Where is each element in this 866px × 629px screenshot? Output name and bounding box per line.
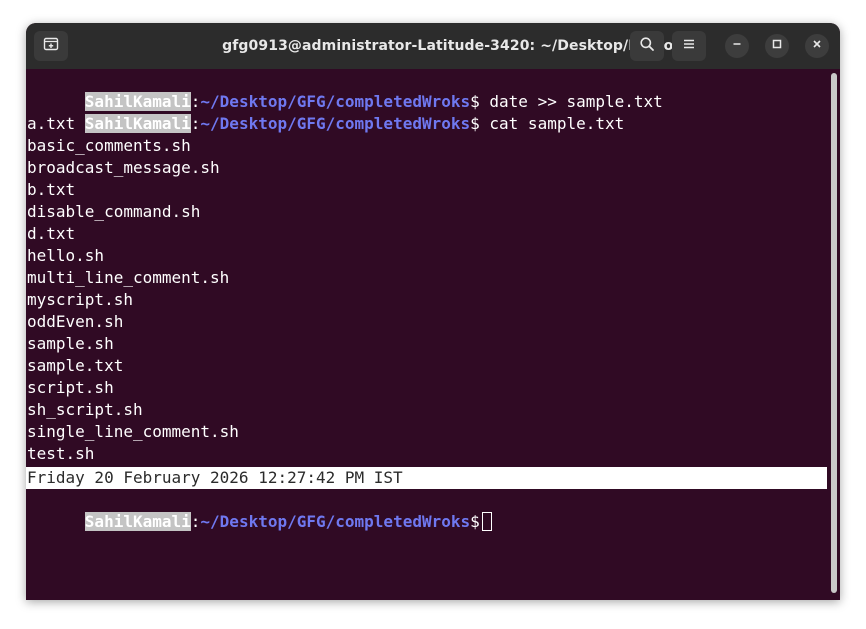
search-icon xyxy=(639,36,655,57)
minimize-icon xyxy=(731,37,743,55)
date-output-line: Friday 20 February 2026 12:27:42 PM IST xyxy=(27,468,403,487)
minimize-button[interactable] xyxy=(725,34,749,58)
output-line: sample.txt xyxy=(27,356,124,375)
search-button[interactable] xyxy=(630,31,664,61)
output-line: b.txt xyxy=(27,180,76,199)
terminal-window: gfg0913@administrator-Latitude-3420: ~/D… xyxy=(26,23,840,600)
prompt-dollar: $ xyxy=(470,512,480,531)
output-line: broadcast_message.sh xyxy=(27,158,220,177)
prompt-colon: : xyxy=(190,114,201,133)
new-tab-icon xyxy=(43,36,59,57)
output-line: script.sh xyxy=(27,378,114,397)
output-line: disable_command.sh xyxy=(27,202,201,221)
prompt-dollar: $ xyxy=(470,114,480,133)
prompt-line: SahilKamali:~/Desktop/GFG/completedWroks… xyxy=(27,91,624,133)
output-line: basic_comments.sh xyxy=(27,136,191,155)
prompt-path: ~/Desktop/GFG/completedWroks xyxy=(200,114,471,133)
prompt-line: SahilKamali:~/Desktop/GFG/completedWroks… xyxy=(27,489,492,531)
maximize-button[interactable] xyxy=(765,34,789,58)
scrollbar[interactable] xyxy=(831,73,837,593)
output-line: sh_script.sh xyxy=(27,400,143,419)
prompt-user: SahilKamali xyxy=(84,114,191,133)
hamburger-menu-icon xyxy=(681,36,697,57)
output-line: hello.sh xyxy=(27,246,105,265)
output-line: d.txt xyxy=(27,224,76,243)
output-line: oddEven.sh xyxy=(27,312,124,331)
new-tab-button[interactable] xyxy=(34,31,68,61)
output-line: sample.sh xyxy=(27,334,114,353)
maximize-icon xyxy=(771,37,783,55)
prompt-colon: : xyxy=(190,512,201,531)
prompt-user: SahilKamali xyxy=(84,512,191,531)
menu-button[interactable] xyxy=(672,31,706,61)
output-line: myscript.sh xyxy=(27,290,133,309)
prompt-path: ~/Desktop/GFG/completedWroks xyxy=(200,512,471,531)
titlebar: gfg0913@administrator-Latitude-3420: ~/D… xyxy=(26,23,840,69)
output-line: test.sh xyxy=(27,444,95,463)
window-title: gfg0913@administrator-Latitude-3420: ~/D… xyxy=(222,38,698,54)
output-line: a.txt xyxy=(27,114,76,133)
close-icon xyxy=(811,37,823,55)
close-button[interactable] xyxy=(805,34,829,58)
prompt-line: SahilKamali:~/Desktop/GFG/completedWroks… xyxy=(27,69,663,111)
command-text: cat sample.txt xyxy=(479,114,625,133)
terminal-content[interactable]: SahilKamali:~/Desktop/GFG/completedWroks… xyxy=(26,69,840,600)
output-line: multi_line_comment.sh xyxy=(27,268,230,287)
text-cursor xyxy=(481,512,492,531)
output-line: single_line_comment.sh xyxy=(27,422,239,441)
